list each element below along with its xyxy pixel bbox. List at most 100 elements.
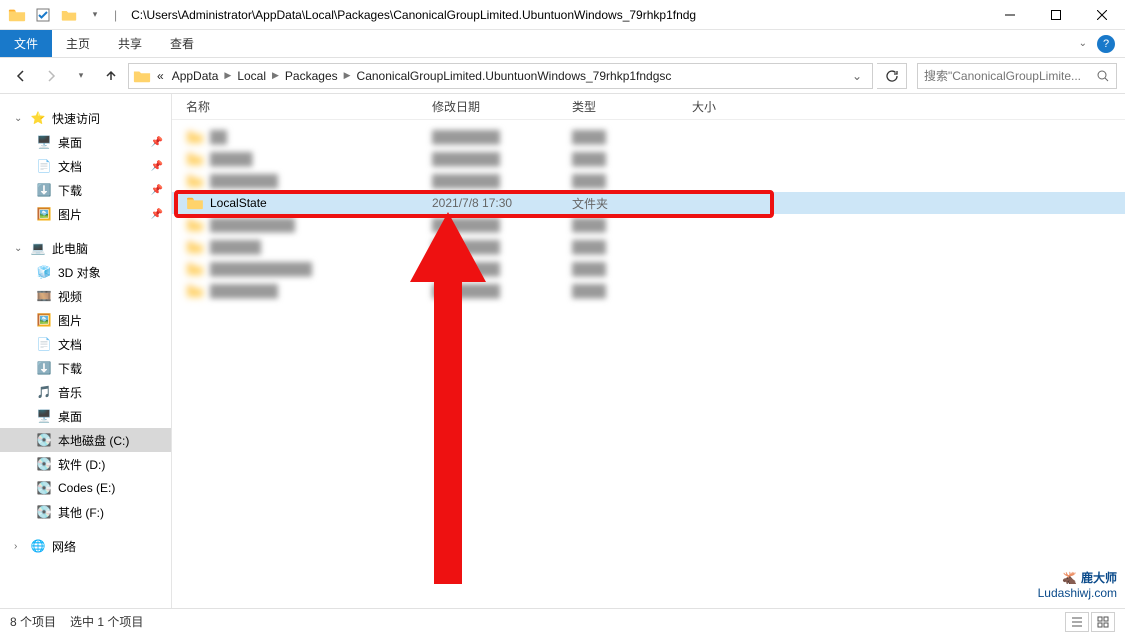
file-row[interactable]: ██████████████████ — [172, 236, 1125, 258]
breadcrumb-item[interactable]: Local — [233, 64, 270, 88]
back-button[interactable] — [8, 63, 34, 89]
ribbon-collapse-icon[interactable]: ⌄ — [1079, 38, 1087, 49]
video-icon: 🎞️ — [36, 288, 52, 304]
drive-icon: 💽 — [36, 456, 52, 472]
col-type[interactable]: 类型 — [572, 98, 692, 115]
tab-view[interactable]: 查看 — [156, 30, 208, 57]
help-icon[interactable]: ? — [1097, 35, 1115, 53]
forward-button[interactable] — [38, 63, 64, 89]
file-row[interactable]: ██████████████████████ — [172, 214, 1125, 236]
pin-icon: 📌 — [151, 137, 163, 148]
refresh-button[interactable] — [877, 63, 907, 89]
file-date: ████████ — [432, 130, 572, 144]
breadcrumb-item[interactable]: Packages — [281, 64, 342, 88]
nav-documents[interactable]: 📄文档📌 — [0, 154, 171, 178]
desktop-icon: 🖥️ — [36, 134, 52, 150]
nav-drive-f[interactable]: 💽其他 (F:) — [0, 500, 171, 524]
file-name: ██████████ — [210, 218, 295, 232]
file-row[interactable]: █████████████████ — [172, 148, 1125, 170]
address-bar[interactable]: « AppData▶ Local▶ Packages▶ CanonicalGro… — [128, 63, 873, 89]
file-row[interactable]: ████████████████████ — [172, 170, 1125, 192]
file-date: ████████ — [432, 240, 572, 254]
file-date: 2021/7/8 17:30 — [432, 196, 572, 210]
col-size[interactable]: 大小 — [692, 98, 772, 115]
navigation-bar: ▾ « AppData▶ Local▶ Packages▶ CanonicalG… — [0, 58, 1125, 94]
tab-file[interactable]: 文件 — [0, 30, 52, 57]
nav-pictures[interactable]: 🖼️图片📌 — [0, 202, 171, 226]
downloads-icon: ⬇️ — [36, 182, 52, 198]
search-box[interactable] — [917, 63, 1117, 89]
file-row[interactable]: ████████████████████ — [172, 280, 1125, 302]
folder-icon — [186, 152, 204, 166]
col-date[interactable]: 修改日期 — [432, 98, 572, 115]
nav-pictures2[interactable]: 🖼️图片 — [0, 308, 171, 332]
address-dropdown-icon[interactable]: ⌄ — [846, 69, 868, 83]
ribbon-tabs: 文件 主页 共享 查看 ⌄ ? — [0, 30, 1125, 58]
qat-folder-icon[interactable] — [58, 4, 80, 26]
file-date: ████████ — [432, 218, 572, 232]
nav-this-pc[interactable]: ⌄💻此电脑 — [0, 236, 171, 260]
nav-music[interactable]: 🎵音乐 — [0, 380, 171, 404]
status-selected: 选中 1 个项目 — [70, 613, 143, 630]
chevron-right-icon[interactable]: ▶ — [342, 70, 353, 81]
qat-dropdown-icon[interactable]: ▾ — [84, 4, 106, 26]
file-date: ████████ — [432, 262, 572, 276]
nav-3d-objects[interactable]: 🧊3D 对象 — [0, 260, 171, 284]
pin-icon: 📌 — [151, 161, 163, 172]
search-icon[interactable] — [1096, 69, 1110, 83]
chevron-right-icon[interactable]: ▶ — [222, 70, 233, 81]
status-bar: 8 个项目 选中 1 个项目 — [0, 608, 1125, 634]
file-list: 名称 修改日期 类型 大小 ██████████████████████████… — [172, 94, 1125, 608]
nav-downloads2[interactable]: ⬇️下载 — [0, 356, 171, 380]
file-name: ██ — [210, 130, 227, 144]
file-row[interactable]: ████████████████████████ — [172, 258, 1125, 280]
nav-drive-c[interactable]: 💽本地磁盘 (C:) — [0, 428, 171, 452]
chevron-right-icon[interactable]: ▶ — [270, 70, 281, 81]
folder-icon — [186, 218, 204, 232]
file-type: ████ — [572, 262, 692, 276]
breadcrumb-item[interactable]: AppData — [168, 64, 223, 88]
minimize-button[interactable] — [987, 0, 1033, 30]
view-icons-button[interactable] — [1091, 612, 1115, 632]
tab-share[interactable]: 共享 — [104, 30, 156, 57]
maximize-button[interactable] — [1033, 0, 1079, 30]
music-icon: 🎵 — [36, 384, 52, 400]
nav-desktop[interactable]: 🖥️桌面📌 — [0, 130, 171, 154]
deer-icon: 🫎 — [1062, 571, 1077, 585]
qat-checkbox-icon[interactable] — [32, 4, 54, 26]
breadcrumb-prefix[interactable]: « — [153, 64, 168, 88]
close-button[interactable] — [1079, 0, 1125, 30]
folder-icon — [186, 196, 204, 210]
recent-dropdown-icon[interactable]: ▾ — [68, 63, 94, 89]
tab-home[interactable]: 主页 — [52, 30, 104, 57]
file-row[interactable]: LocalState2021/7/8 17:30文件夹 — [172, 192, 1125, 214]
folder-icon — [186, 174, 204, 188]
file-name: LocalState — [210, 196, 267, 210]
desktop-icon: 🖥️ — [36, 408, 52, 424]
nav-network[interactable]: ›🌐网络 — [0, 534, 171, 558]
view-details-button[interactable] — [1065, 612, 1089, 632]
pictures-icon: 🖼️ — [36, 206, 52, 222]
file-type: ████ — [572, 284, 692, 298]
breadcrumb-item[interactable]: CanonicalGroupLimited.UbuntuonWindows_79… — [353, 64, 676, 88]
nav-videos[interactable]: 🎞️视频 — [0, 284, 171, 308]
pin-icon: 📌 — [151, 185, 163, 196]
file-type: ████ — [572, 240, 692, 254]
nav-drive-d[interactable]: 💽软件 (D:) — [0, 452, 171, 476]
file-name: ████████ — [210, 174, 278, 188]
nav-quick-access[interactable]: ⌄⭐快速访问 — [0, 106, 171, 130]
nav-desktop2[interactable]: 🖥️桌面 — [0, 404, 171, 428]
file-name: ██████ — [210, 240, 261, 254]
nav-drive-e[interactable]: 💽Codes (E:) — [0, 476, 171, 500]
watermark: 🫎鹿大师 Ludashiwj.com — [1038, 569, 1117, 600]
file-type: ████ — [572, 174, 692, 188]
file-row[interactable]: ██████████████ — [172, 126, 1125, 148]
nav-downloads[interactable]: ⬇️下载📌 — [0, 178, 171, 202]
up-button[interactable] — [98, 63, 124, 89]
title-bar: ▾ | C:\Users\Administrator\AppData\Local… — [0, 0, 1125, 30]
nav-documents2[interactable]: 📄文档 — [0, 332, 171, 356]
pictures-icon: 🖼️ — [36, 312, 52, 328]
search-input[interactable] — [924, 69, 1096, 83]
cube-icon: 🧊 — [36, 264, 52, 280]
col-name[interactable]: 名称 — [172, 98, 432, 115]
